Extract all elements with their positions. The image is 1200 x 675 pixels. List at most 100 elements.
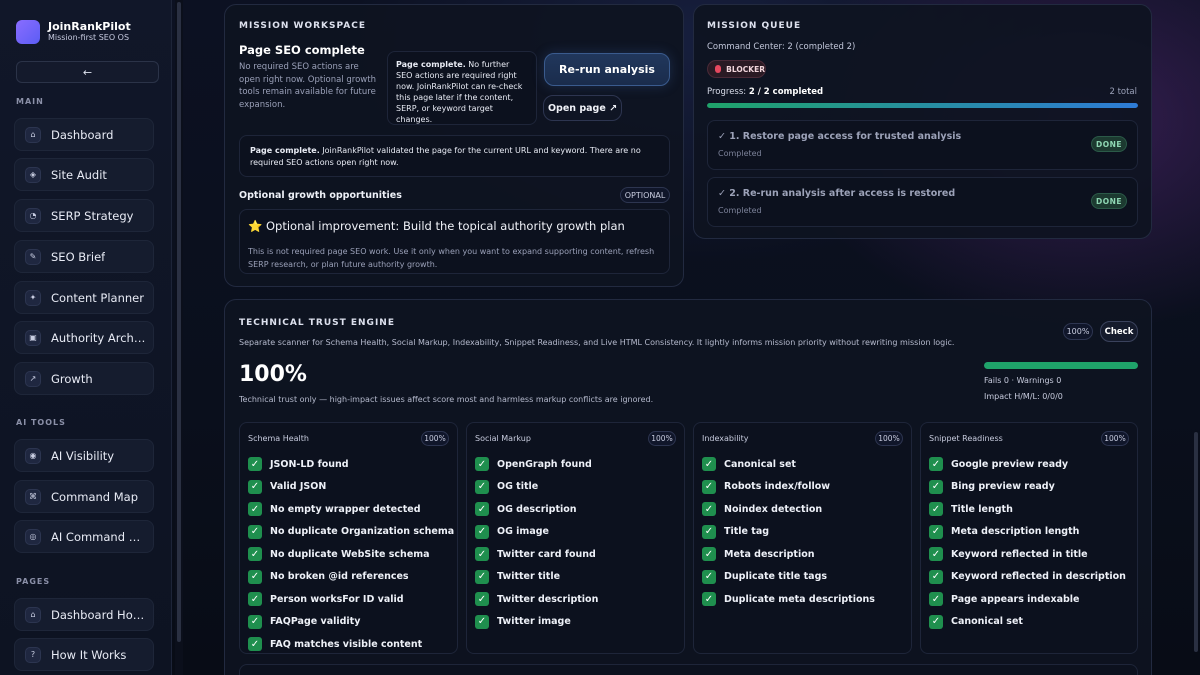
optional-improvement-panel[interactable]: ⭐ Optional improvement: Build the topica… — [239, 209, 670, 274]
check-list: ✓ Canonical set ✓ Robots index/follow ✓ Noind… — [702, 453, 875, 611]
main-scrollbar[interactable] — [1194, 432, 1198, 652]
check-icon: ✓ — [475, 524, 489, 539]
task-2-done-badge: DONE — [1091, 193, 1127, 209]
check-item: ✓ Twitter title — [475, 566, 598, 589]
schema-health-column: Schema Health 100% ✓ JSON-LD found ✓ Valid … — [239, 422, 458, 654]
check-icon: ✓ — [929, 502, 943, 517]
check-item: ✓ Keyword reflected in title — [929, 543, 1126, 566]
check-item: ✓ No broken @id references — [248, 566, 454, 589]
check-icon: ✓ — [929, 614, 943, 629]
check-icon: ✓ — [475, 479, 489, 494]
check-item-label: No duplicate WebSite schema — [270, 548, 430, 560]
sparkle-icon: ✦ — [25, 289, 41, 306]
check-item: ✓ JSON-LD found — [248, 453, 454, 476]
brand[interactable]: JoinRankPilot Mission-first SEO OS — [16, 20, 131, 44]
check-icon: ✓ — [475, 614, 489, 629]
queue-progress-fill — [707, 103, 1138, 108]
check-item-label: Canonical set — [724, 458, 796, 470]
check-button[interactable]: Check — [1100, 321, 1138, 342]
task-2-status: Completed — [718, 206, 762, 215]
audit-icon: ◈ — [25, 166, 41, 183]
check-item-label: FAQPage validity — [270, 616, 361, 628]
brand-name: JoinRankPilot — [48, 20, 131, 33]
progress-total: 2 total — [1109, 87, 1137, 97]
improvement-title: Optional improvement: Build the topical … — [265, 219, 625, 233]
check-icon: ✓ — [702, 479, 716, 494]
check-item: ✓ Duplicate title tags — [702, 566, 875, 589]
impact-summary: Impact H/M/L: 0/0/0 — [984, 392, 1063, 401]
chart-icon: ◔ — [25, 207, 41, 224]
check-item: ✓ Twitter description — [475, 588, 598, 611]
sidebar-item-authority-architect[interactable]: ▣Authority Architect — [14, 321, 154, 354]
sidebar-item-dashboard-home[interactable]: ⌂ Dashboard Home — [14, 598, 154, 631]
rerun-analysis-button[interactable]: Re-run analysis — [544, 53, 670, 86]
mission-queue-card: MISSION QUEUE Command Center: 2 (complet… — [693, 4, 1152, 239]
queue-task-2[interactable]: ✓ 2. Re-run analysis after access is res… — [707, 177, 1138, 227]
trust-score: 100% — [239, 362, 307, 387]
indexability-column: Indexability 100% ✓ Canonical set ✓ Robots … — [693, 422, 912, 654]
sidebar-item-how-it-works[interactable]: ? How It Works — [14, 638, 154, 671]
column-title: Social Markup — [475, 434, 531, 443]
column-score-pill: 100% — [1101, 431, 1129, 446]
check-icon: ✓ — [702, 569, 716, 584]
sidebar-item-ai-visibility[interactable]: ◉ AI Visibility — [14, 439, 154, 472]
check-item-label: Page appears indexable — [951, 593, 1080, 605]
sidebar-item-dashboard[interactable]: ⌂ Dashboard — [14, 118, 154, 151]
check-icon: ✓ — [248, 457, 262, 472]
open-page-button[interactable]: Open page ↗ — [543, 95, 622, 121]
blocker-dot-icon — [715, 65, 722, 73]
check-item: ✓ Twitter image — [475, 611, 598, 634]
check-item-label: Twitter title — [497, 571, 561, 583]
check-item: ✓ Twitter card found — [475, 543, 598, 566]
check-item: ✓ Meta description — [702, 543, 875, 566]
check-icon: ✓ — [248, 569, 262, 584]
check-icon: ✓ — [248, 592, 262, 607]
sidebar-item-serp-strategy[interactable]: ◔ SERP Strategy — [14, 199, 154, 232]
check-icon: ✓ — [702, 457, 716, 472]
mission-workspace-title: MISSION WORKSPACE — [239, 21, 366, 31]
check-item-label: Meta description length — [951, 526, 1080, 538]
check-item: ✓ Bing preview ready — [929, 476, 1126, 499]
check-item-label: Bing preview ready — [951, 481, 1055, 493]
page-seo-heading: Page SEO complete — [239, 43, 365, 57]
check-item-label: Keyword reflected in title — [951, 548, 1088, 560]
sidebar-item-site-audit[interactable]: ◈ Site Audit — [14, 158, 154, 191]
optional-growth-title: Optional growth opportunities — [239, 190, 402, 201]
progress-label: Progress: 2 / 2 completed — [707, 87, 824, 97]
sidebar-section-main: MAIN — [16, 97, 44, 106]
improvement-description: This is not required page SEO work. Use … — [248, 247, 655, 269]
trend-up-icon: ↗ — [25, 370, 41, 387]
column-score-pill: 100% — [648, 431, 676, 446]
trust-engine-title: TECHNICAL TRUST ENGINE — [239, 318, 395, 328]
queue-progress-bar — [707, 103, 1138, 108]
check-item-label: OG image — [497, 526, 549, 538]
sidebar-item-ai-command-center[interactable]: ◎ AI Command Ce... — [14, 520, 154, 553]
fails-warnings: Fails 0 · Warnings 0 — [984, 376, 1062, 385]
check-icon: ✓ — [929, 547, 943, 562]
queue-task-1[interactable]: ✓ 1. Restore page access for trusted ana… — [707, 120, 1138, 170]
column-score-pill: 100% — [875, 431, 903, 446]
check-icon: ✓ — [929, 569, 943, 584]
note-bold: Page complete. — [396, 60, 466, 69]
sidebar-item-content-planner[interactable]: ✦ Content Planner — [14, 281, 154, 314]
help-icon: ? — [25, 646, 41, 663]
collapse-sidebar-button[interactable]: ← — [16, 61, 159, 83]
building-icon: ▣ — [25, 329, 41, 346]
home-icon: ⌂ — [25, 606, 41, 623]
command-center-count: Command Center: 2 (completed 2) — [707, 42, 856, 52]
check-item-label: No broken @id references — [270, 571, 409, 583]
sidebar-item-seo-brief[interactable]: ✎ SEO Brief — [14, 240, 154, 273]
check-item-label: No duplicate Organization schema — [270, 526, 455, 538]
check-item-label: OG description — [497, 503, 577, 515]
check-item: ✓ FAQ matches visible content — [248, 633, 454, 656]
check-item-label: Noindex detection — [724, 503, 823, 515]
sidebar-item-growth[interactable]: ↗ Growth — [14, 362, 154, 395]
sidebar-scrollbar[interactable] — [177, 2, 181, 642]
column-score-pill: 100% — [421, 431, 449, 446]
mission-workspace-card: MISSION WORKSPACE Page SEO complete No r… — [224, 4, 684, 287]
column-title: Snippet Readiness — [929, 434, 1003, 443]
sidebar-item-command-map[interactable]: ⌘ Command Map — [14, 480, 154, 513]
sidebar: JoinRankPilot Mission-first SEO OS ← MAI… — [0, 0, 172, 675]
column-title: Indexability — [702, 434, 749, 443]
check-item-label: JSON-LD found — [270, 458, 349, 470]
